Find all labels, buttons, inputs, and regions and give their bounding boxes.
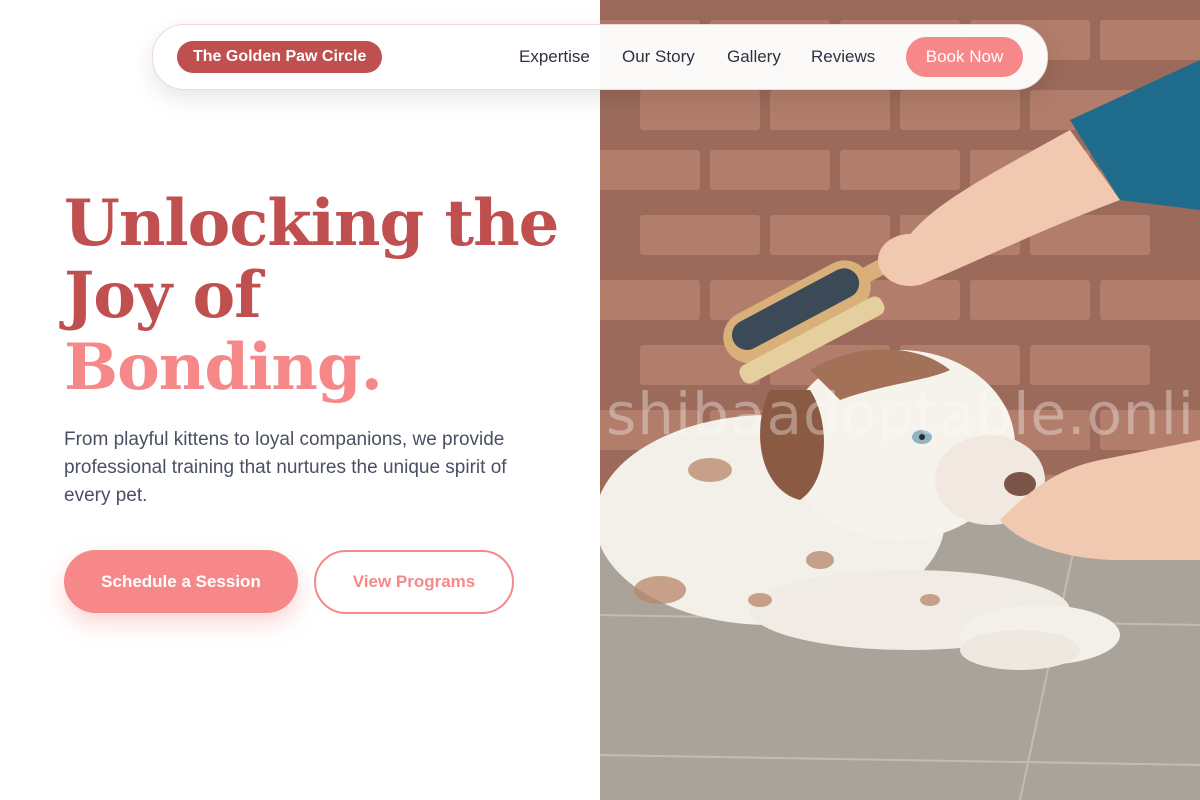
headline-accent: Bonding. <box>64 330 383 405</box>
hero-subtitle: From playful kittens to loyal companions… <box>64 429 507 506</box>
nav-link-our-story[interactable]: Our Story <box>622 47 695 67</box>
schedule-session-button[interactable]: Schedule a Session <box>64 550 298 613</box>
headline-line-1: Unlocking the <box>64 186 559 261</box>
brand-logo[interactable]: The Golden Paw Circle <box>177 41 383 73</box>
top-navigation: The Golden Paw Circle Expertise Our Stor… <box>152 24 1048 90</box>
nav-link-expertise[interactable]: Expertise <box>519 47 590 67</box>
hero-headline: Unlocking the Joy of Bonding. <box>64 186 559 405</box>
nav-link-reviews[interactable]: Reviews <box>811 47 875 67</box>
hero-photo: shibaadoptable.online <box>600 0 1200 800</box>
watermark-text: shibaadoptable.online <box>606 380 1200 448</box>
book-now-button[interactable]: Book Now <box>906 37 1023 77</box>
headline-line-2: Joy of <box>64 258 262 333</box>
nav-link-gallery[interactable]: Gallery <box>727 47 781 67</box>
view-programs-button[interactable]: View Programs <box>314 550 514 614</box>
